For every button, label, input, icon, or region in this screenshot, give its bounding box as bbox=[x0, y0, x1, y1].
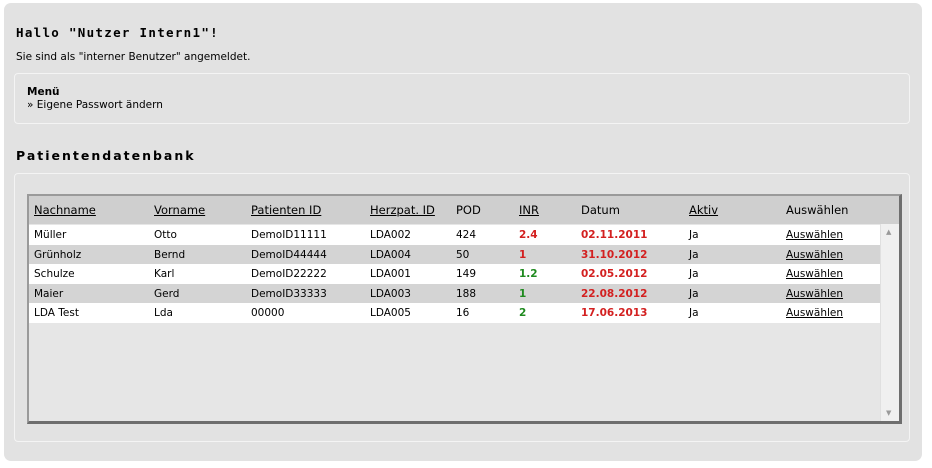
cell-pod: 188 bbox=[456, 287, 477, 300]
cell-pod: 149 bbox=[456, 268, 477, 280]
table-body: Müller Otto DemoID11111 LDA002 424 2.4 0… bbox=[29, 225, 880, 323]
select-link[interactable]: Auswählen bbox=[786, 288, 843, 300]
cell-nachname: Grünholz bbox=[34, 248, 82, 261]
cell-herzpat-id: LDA004 bbox=[370, 248, 411, 261]
cell-datum: 22.08.2012 bbox=[581, 287, 648, 300]
column-header-patienten-id[interactable]: Patienten ID bbox=[251, 203, 321, 217]
patient-table: Nachname Vorname Patienten ID Herzpat. I… bbox=[27, 194, 902, 424]
cell-herzpat-id: LDA005 bbox=[370, 307, 411, 319]
cell-inr: 1.2 bbox=[519, 268, 538, 280]
column-header-aktiv[interactable]: Aktiv bbox=[689, 203, 718, 217]
cell-vorname: Karl bbox=[154, 268, 175, 280]
patient-database-box: Nachname Vorname Patienten ID Herzpat. I… bbox=[14, 173, 910, 442]
cell-patienten-id: DemoID22222 bbox=[251, 268, 327, 280]
cell-herzpat-id: LDA002 bbox=[370, 229, 411, 241]
cell-pod: 50 bbox=[456, 248, 470, 261]
table-row[interactable]: LDA Test Lda 00000 LDA005 16 2 17.06.201… bbox=[29, 303, 880, 323]
login-status-text: Sie sind als "interner Benutzer" angemel… bbox=[16, 51, 251, 63]
menu-box: Menü » Eigene Passwort ändern bbox=[14, 73, 910, 124]
cell-nachname: Schulze bbox=[34, 268, 75, 280]
column-header-vorname[interactable]: Vorname bbox=[154, 203, 205, 217]
cell-inr: 1 bbox=[519, 287, 527, 300]
cell-datum: 31.10.2012 bbox=[581, 248, 648, 261]
cell-patienten-id: 00000 bbox=[251, 307, 285, 319]
select-link[interactable]: Auswählen bbox=[786, 229, 843, 241]
cell-nachname: Müller bbox=[34, 229, 67, 241]
cell-nachname: LDA Test bbox=[34, 307, 79, 319]
cell-inr: 1 bbox=[519, 248, 527, 261]
select-link[interactable]: Auswählen bbox=[786, 268, 843, 280]
main-panel: Hallo "Nutzer Intern1"! Sie sind als "in… bbox=[4, 3, 922, 461]
cell-herzpat-id: LDA001 bbox=[370, 268, 411, 280]
section-title: Patientendatenbank bbox=[16, 148, 196, 163]
scroll-down-icon[interactable]: ▼ bbox=[886, 409, 891, 417]
table-row[interactable]: Schulze Karl DemoID22222 LDA001 149 1.2 … bbox=[29, 264, 880, 284]
column-header-auswaehlen: Auswählen bbox=[786, 203, 849, 217]
cell-aktiv: Ja bbox=[689, 248, 699, 261]
vertical-scrollbar[interactable]: ▲ ▼ bbox=[880, 224, 899, 421]
select-link[interactable]: Auswählen bbox=[786, 307, 843, 319]
cell-nachname: Maier bbox=[34, 287, 64, 300]
page-greeting: Hallo "Nutzer Intern1"! bbox=[16, 25, 219, 40]
cell-vorname: Lda bbox=[154, 307, 173, 319]
table-row[interactable]: Maier Gerd DemoID33333 LDA003 188 1 22.0… bbox=[29, 283, 880, 303]
cell-vorname: Otto bbox=[154, 229, 177, 241]
cell-datum: 02.05.2012 bbox=[581, 268, 648, 280]
cell-patienten-id: DemoID33333 bbox=[251, 287, 327, 300]
cell-pod: 16 bbox=[456, 307, 470, 319]
column-header-datum: Datum bbox=[581, 203, 620, 217]
cell-aktiv: Ja bbox=[689, 307, 699, 319]
menu-title: Menü bbox=[27, 86, 60, 98]
column-header-pod: POD bbox=[456, 203, 481, 217]
cell-datum: 02.11.2011 bbox=[581, 229, 648, 241]
table-header: Nachname Vorname Patienten ID Herzpat. I… bbox=[29, 196, 899, 224]
cell-aktiv: Ja bbox=[689, 287, 699, 300]
cell-patienten-id: DemoID44444 bbox=[251, 248, 327, 261]
cell-herzpat-id: LDA003 bbox=[370, 287, 411, 300]
cell-aktiv: Ja bbox=[689, 229, 699, 241]
cell-datum: 17.06.2013 bbox=[581, 307, 648, 319]
column-header-inr[interactable]: INR bbox=[519, 203, 539, 217]
column-header-herzpat-id[interactable]: Herzpat. ID bbox=[370, 203, 435, 217]
table-row[interactable]: Grünholz Bernd DemoID44444 LDA004 50 1 3… bbox=[29, 244, 880, 264]
cell-inr: 2 bbox=[519, 307, 527, 319]
cell-inr: 2.4 bbox=[519, 229, 538, 241]
cell-vorname: Bernd bbox=[154, 248, 186, 261]
table-row[interactable]: Müller Otto DemoID11111 LDA002 424 2.4 0… bbox=[29, 225, 880, 245]
scroll-up-icon[interactable]: ▲ bbox=[886, 228, 891, 236]
cell-pod: 424 bbox=[456, 229, 477, 241]
cell-vorname: Gerd bbox=[154, 287, 180, 300]
column-header-nachname[interactable]: Nachname bbox=[34, 203, 96, 217]
cell-aktiv: Ja bbox=[689, 268, 699, 280]
cell-patienten-id: DemoID11111 bbox=[251, 229, 327, 241]
change-password-link[interactable]: » Eigene Passwort ändern bbox=[27, 99, 163, 111]
select-link[interactable]: Auswählen bbox=[786, 249, 843, 261]
